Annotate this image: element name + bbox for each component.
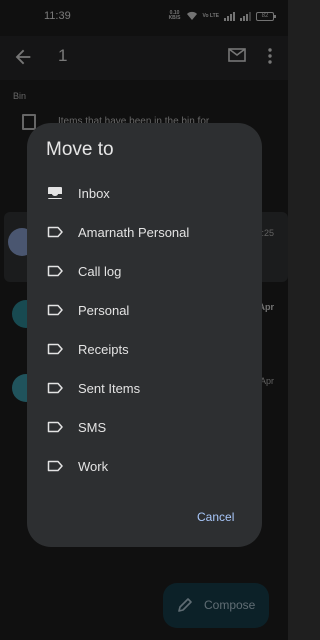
option-sms[interactable]: SMS — [27, 408, 262, 447]
option-label: Personal — [78, 303, 130, 318]
option-receipts[interactable]: Receipts — [27, 330, 262, 369]
option-label: SMS — [78, 420, 107, 435]
dialog-title: Move to — [46, 139, 114, 160]
inbox-icon — [48, 187, 62, 199]
option-label: Amarnath Personal — [78, 225, 190, 240]
option-inbox[interactable]: Inbox — [27, 174, 262, 213]
label-icon — [47, 304, 63, 316]
option-label: Call log — [78, 264, 122, 279]
label-icon — [47, 460, 63, 472]
label-icon — [47, 382, 63, 394]
option-label: Sent Items — [78, 381, 141, 396]
option-call-log[interactable]: Call log — [27, 252, 262, 291]
label-icon — [47, 226, 63, 238]
option-work[interactable]: Work — [27, 447, 262, 486]
label-icon — [47, 265, 63, 277]
label-icon — [47, 343, 63, 355]
option-amarnath-personal[interactable]: Amarnath Personal — [27, 213, 262, 252]
option-personal[interactable]: Personal — [27, 291, 262, 330]
label-icon — [47, 421, 63, 433]
move-to-dialog: Move to Inbox Amarnath Personal Call log… — [27, 123, 262, 547]
cancel-button[interactable]: Cancel — [197, 510, 234, 524]
option-sent-items[interactable]: Sent Items — [27, 369, 262, 408]
option-label: Receipts — [78, 342, 129, 357]
option-label: Work — [78, 459, 109, 474]
option-label: Inbox — [78, 186, 110, 201]
